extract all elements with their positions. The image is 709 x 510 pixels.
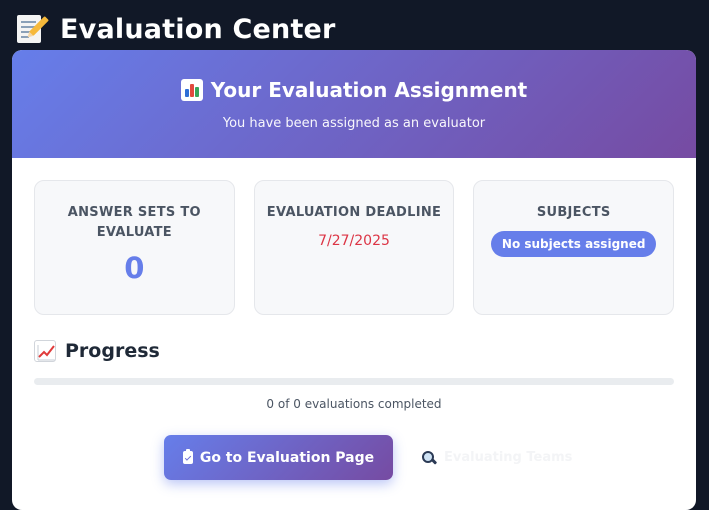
magnifier-icon	[421, 450, 437, 466]
evaluating-teams-link[interactable]: Evaluating Teams	[421, 450, 572, 466]
subjects-label: SUBJECTS	[536, 205, 611, 220]
deadline-label: EVALUATION DEADLINE	[266, 205, 442, 220]
assignment-banner: Your Evaluation Assignment You have been…	[12, 50, 696, 158]
memo-icon	[14, 13, 49, 45]
action-row: Go to Evaluation Page Evaluating Teams	[164, 435, 572, 480]
stats-row: ANSWER SETS TO EVALUATE 0 EVALUATION DEA…	[34, 180, 675, 315]
chart-increasing-icon	[34, 340, 56, 362]
progress-heading-row: Progress	[34, 340, 674, 362]
page-title: Evaluation Center	[60, 13, 336, 45]
go-to-evaluation-button[interactable]: Go to Evaluation Page	[164, 435, 393, 480]
page-header: Evaluation Center	[14, 10, 336, 48]
assignment-subtitle: You have been assigned as an evaluator	[222, 116, 486, 131]
bar-chart-icon	[180, 79, 203, 101]
evaluating-teams-label: Evaluating Teams	[444, 450, 573, 465]
subjects-card: SUBJECTS No subjects assigned	[473, 180, 675, 315]
subjects-badge: No subjects assigned	[490, 231, 657, 257]
progress-bar	[34, 378, 674, 385]
progress-section: Progress 0 of 0 evaluations completed	[34, 340, 674, 411]
deadline-date: 7/27/2025	[318, 233, 390, 249]
clipboard-icon	[182, 449, 193, 464]
progress-heading: Progress	[65, 340, 160, 362]
assignment-title-row: Your Evaluation Assignment	[12, 50, 696, 102]
go-to-evaluation-label: Go to Evaluation Page	[199, 449, 375, 466]
progress-summary: 0 of 0 evaluations completed	[266, 397, 442, 411]
assignment-title: Your Evaluation Assignment	[210, 78, 528, 102]
deadline-card: EVALUATION DEADLINE 7/27/2025	[253, 180, 455, 315]
answer-sets-card: ANSWER SETS TO EVALUATE 0	[34, 180, 235, 315]
assignment-card: Your Evaluation Assignment You have been…	[12, 50, 696, 510]
answer-sets-label: ANSWER SETS TO EVALUATE	[67, 205, 201, 240]
answer-sets-count: 0	[124, 251, 145, 285]
